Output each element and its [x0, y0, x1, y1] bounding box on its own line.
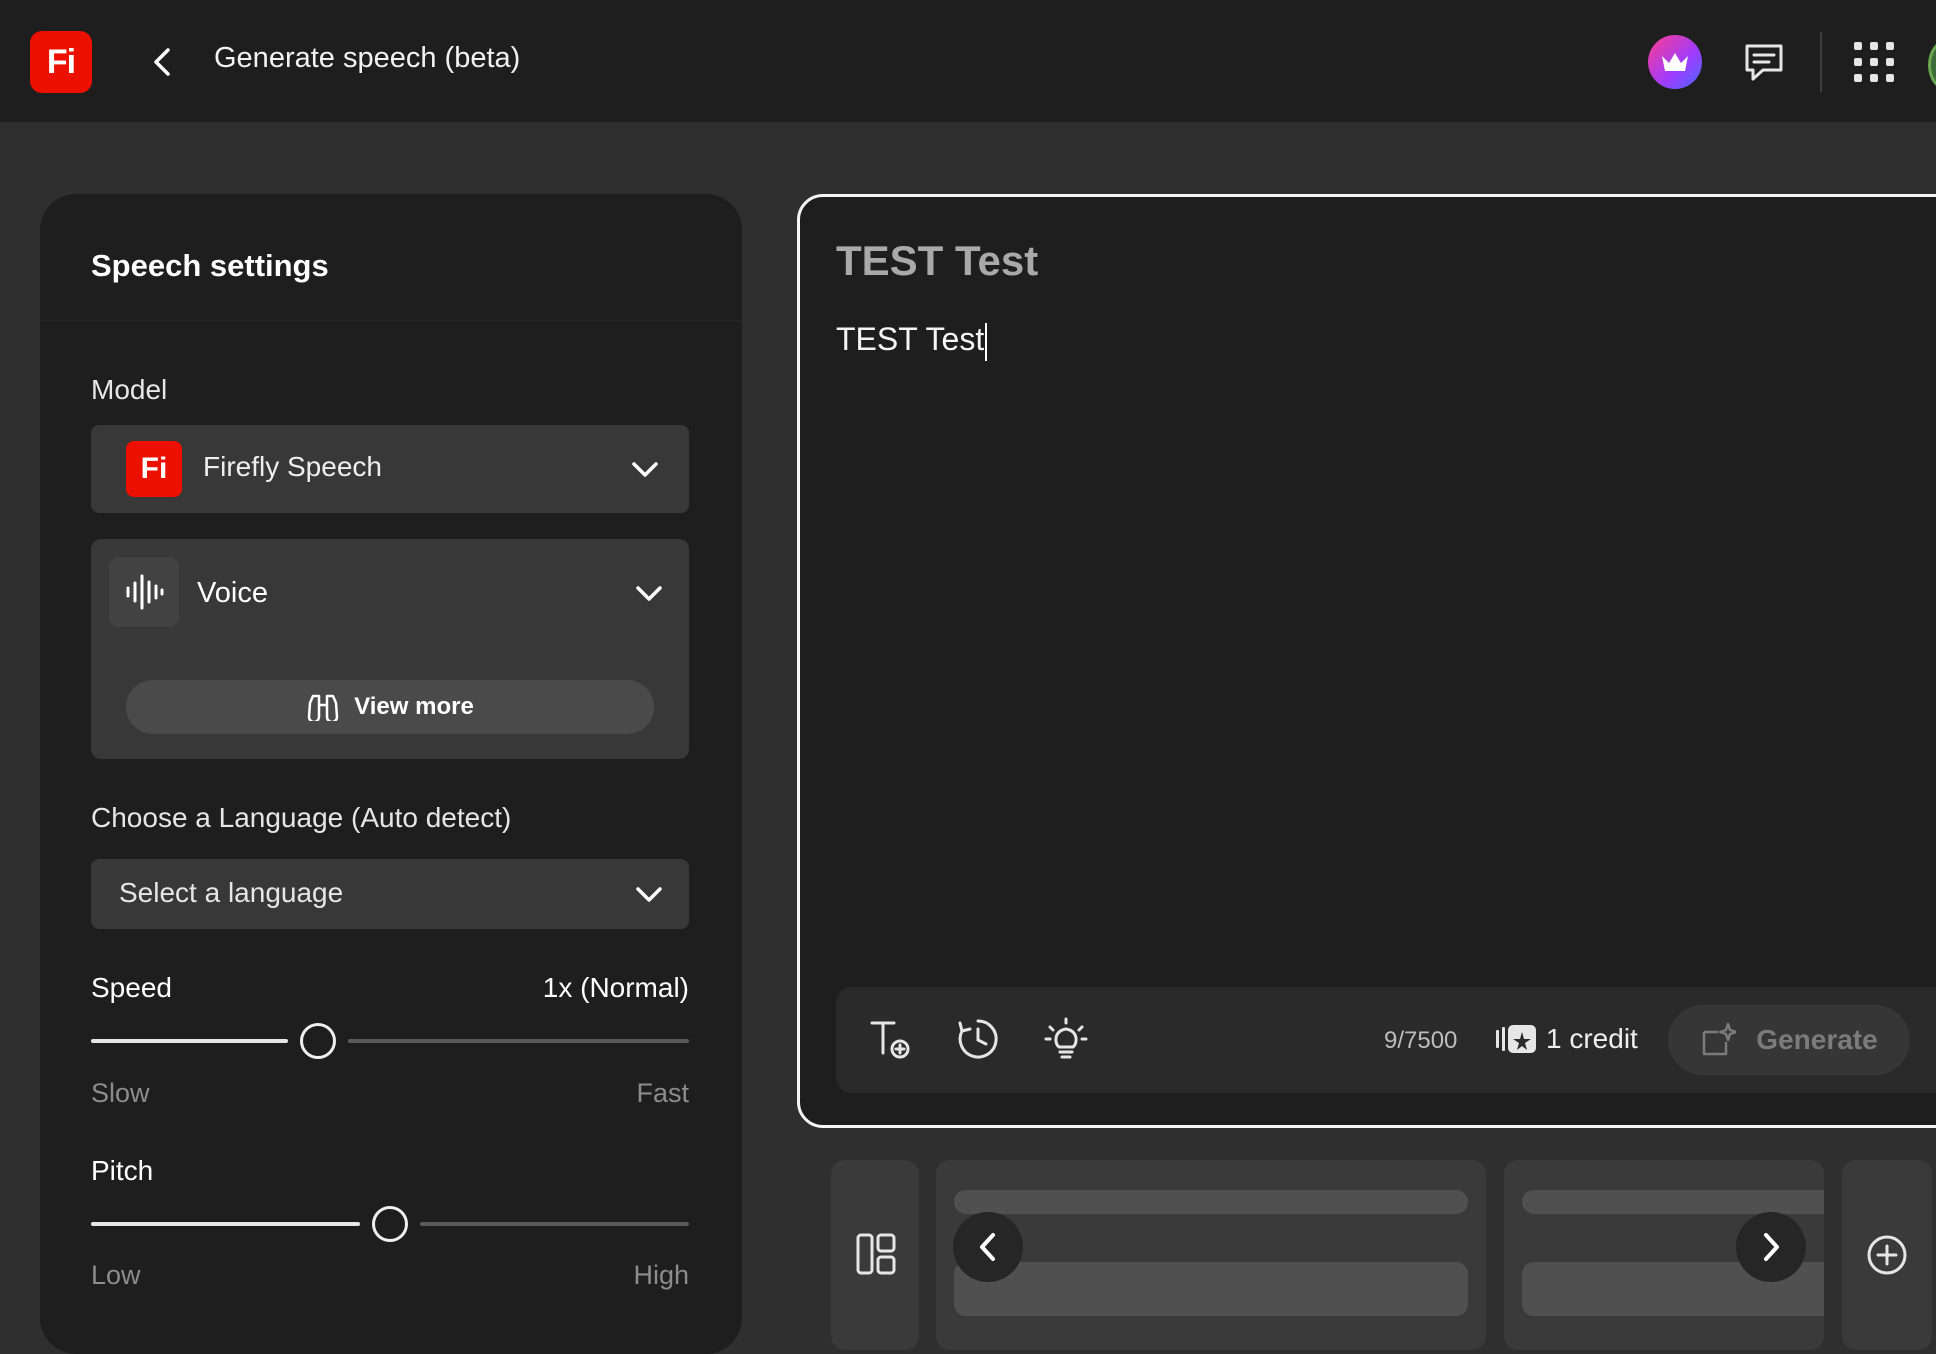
generate-label: Generate: [1756, 1024, 1878, 1055]
pitch-track-empty: [420, 1222, 689, 1226]
premium-button[interactable]: [1648, 35, 1702, 89]
apps-grid-icon: [1854, 42, 1862, 50]
skeleton-line: [954, 1190, 1468, 1214]
firefly-model-icon: Fi: [126, 441, 182, 497]
layout-toggle-button[interactable]: [831, 1160, 919, 1350]
history-button[interactable]: [954, 1015, 1002, 1063]
sparkle-generate-icon: [1703, 1022, 1737, 1056]
add-circle-icon: [1867, 1235, 1907, 1275]
speed-min-label: Slow: [91, 1078, 150, 1108]
feedback-button[interactable]: [1742, 40, 1786, 84]
apps-grid-dot: [1886, 74, 1894, 82]
text-add-icon: [870, 1021, 910, 1059]
panel-divider: [40, 320, 742, 321]
model-value: Firefly Speech: [203, 451, 382, 482]
pitch-slider[interactable]: [91, 1204, 689, 1244]
apps-grid-dot: [1854, 74, 1862, 82]
credit-indicator: 1 credit: [1496, 1023, 1638, 1055]
lightbulb-icon: [1044, 1017, 1088, 1059]
pitch-min-label: Low: [91, 1260, 141, 1290]
language-dropdown[interactable]: Select a language: [91, 859, 689, 929]
apps-grid-dot: [1870, 42, 1878, 50]
apps-grid-dot: [1886, 58, 1894, 66]
avatar[interactable]: [1928, 40, 1936, 90]
pitch-track-filled: [91, 1222, 360, 1226]
skeleton-block: [954, 1262, 1468, 1316]
chat-icon: [1745, 44, 1783, 81]
speed-track-filled: [91, 1039, 289, 1043]
waveform-icon: [109, 557, 179, 627]
speed-label: Speed: [91, 972, 172, 1003]
voice-value: Voice: [197, 577, 268, 609]
speed-max-label: Fast: [636, 1078, 689, 1108]
model-label: Model: [91, 374, 168, 405]
crown-icon: [1662, 53, 1688, 71]
add-text-button[interactable]: [866, 1015, 914, 1063]
chevron-left-icon: [980, 1233, 995, 1261]
speed-value: 1x (Normal): [542, 972, 689, 1003]
back-chevron-icon: [154, 48, 170, 76]
editor-toolbar: 9/7500 1 credit Generate: [836, 987, 1936, 1093]
panel-title: Speech settings: [91, 248, 329, 283]
pitch-max-label: High: [633, 1260, 689, 1290]
layout-icon: [856, 1233, 896, 1275]
view-more-label: View more: [354, 693, 474, 720]
speech-settings-panel: Speech settings Model Fi Firefly Speech: [40, 194, 742, 1354]
chevron-down-icon: [632, 462, 658, 477]
apps-grid-dot: [1870, 74, 1878, 82]
pitch-slider-thumb[interactable]: [372, 1206, 408, 1242]
apps-grid-dot: [1870, 58, 1878, 66]
chevron-down-icon: [636, 586, 662, 601]
chevron-right-icon: [1764, 1233, 1779, 1261]
text-editor[interactable]: TEST Test TEST Test 9/7500 1 credit Gene…: [797, 194, 1936, 1128]
credit-label: 1 credit: [1546, 1023, 1638, 1054]
history-icon: [958, 1019, 998, 1059]
speed-slider[interactable]: [91, 1021, 689, 1061]
text-caret: [985, 322, 988, 361]
back-button[interactable]: [144, 40, 180, 84]
toolbar-divider: [1820, 32, 1822, 92]
character-count: 9/7500: [1384, 1027, 1458, 1054]
language-placeholder: Select a language: [119, 877, 344, 908]
credit-icon: [1496, 1025, 1536, 1053]
firefly-logo[interactable]: Fi: [30, 31, 92, 93]
scroll-left-button[interactable]: [953, 1212, 1023, 1282]
page-title: Generate speech (beta): [214, 42, 521, 74]
apps-grid-dot: [1854, 58, 1862, 66]
speech-text-input[interactable]: TEST Test: [836, 321, 988, 361]
binoculars-icon: [307, 694, 339, 721]
speed-slider-thumb[interactable]: [300, 1023, 337, 1059]
apps-grid-dot: [1886, 42, 1894, 50]
pitch-label: Pitch: [91, 1155, 154, 1186]
generate-button[interactable]: Generate: [1668, 1005, 1910, 1075]
skeleton-line: [1522, 1190, 1824, 1214]
voice-card: Voice View more: [91, 539, 689, 759]
chevron-down-icon: [636, 887, 662, 902]
document-title[interactable]: TEST Test: [836, 237, 1038, 285]
speech-text: TEST Test: [836, 321, 985, 357]
add-button[interactable]: [1842, 1160, 1932, 1350]
ideas-button[interactable]: [1042, 1015, 1090, 1063]
top-bar: Fi Generate speech (beta): [0, 0, 1936, 122]
speed-track-empty: [348, 1039, 689, 1043]
language-label: Choose a Language (Auto detect): [91, 802, 512, 833]
model-dropdown[interactable]: Fi Firefly Speech: [91, 425, 689, 513]
view-more-button[interactable]: View more: [126, 680, 654, 734]
voice-dropdown[interactable]: Voice: [91, 539, 689, 649]
apps-button[interactable]: [1854, 42, 1894, 82]
scroll-right-button[interactable]: [1736, 1212, 1806, 1282]
